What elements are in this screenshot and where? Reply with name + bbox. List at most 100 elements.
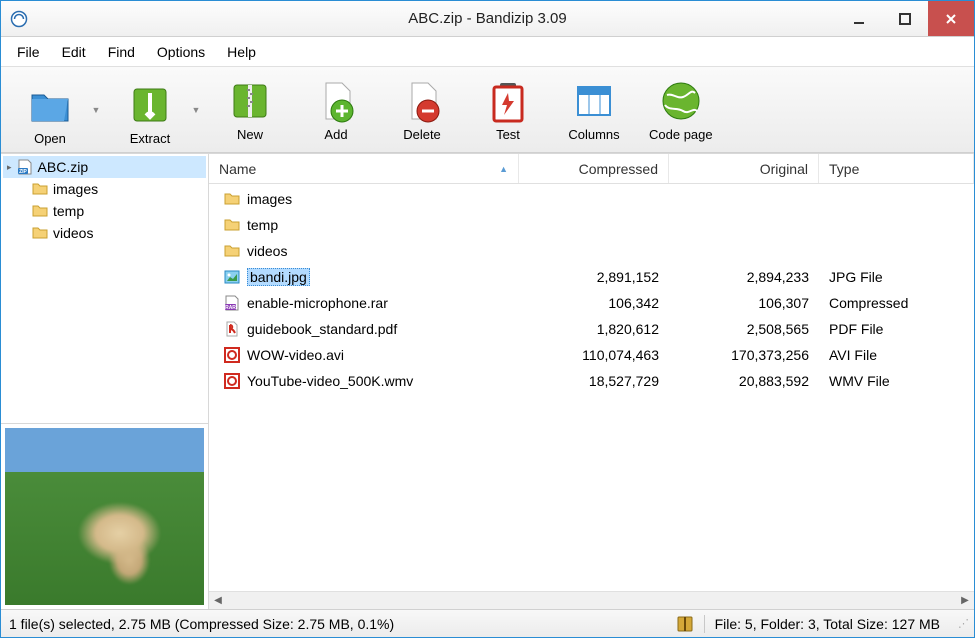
resize-grip[interactable]: ⋰ (958, 617, 966, 630)
window-title: ABC.zip - Bandizip 3.09 (408, 10, 566, 27)
test-button[interactable]: Test (469, 75, 547, 144)
horizontal-scrollbar[interactable]: ◀ ▶ (209, 591, 974, 609)
folder-tree[interactable]: ▸ ZIP ABC.zip images temp videos (1, 154, 208, 423)
open-dropdown[interactable]: ▼ (89, 72, 103, 148)
folder-icon (223, 190, 241, 208)
title-bar: ABC.zip - Bandizip 3.09 (1, 1, 974, 37)
window-controls (836, 1, 974, 36)
add-icon (312, 77, 360, 125)
file-name: YouTube-video_500K.wmv (247, 373, 413, 389)
new-button[interactable]: New (211, 75, 289, 144)
video-icon (223, 372, 241, 390)
file-name: images (247, 191, 292, 207)
header-original-label: Original (760, 161, 808, 177)
menu-options[interactable]: Options (147, 40, 215, 64)
file-compressed: 18,527,729 (519, 373, 669, 389)
svg-text:ZIP: ZIP (19, 169, 27, 175)
file-row[interactable]: guidebook_standard.pdf1,820,6122,508,565… (209, 316, 974, 342)
svg-text:RAR: RAR (225, 305, 236, 311)
tree-folder[interactable]: temp (3, 200, 206, 222)
tree-folder[interactable]: images (3, 178, 206, 200)
maximize-button[interactable] (882, 1, 928, 36)
folder-icon (31, 180, 49, 198)
menu-help[interactable]: Help (217, 40, 266, 64)
scroll-left-button[interactable]: ◀ (209, 592, 227, 610)
file-row[interactable]: YouTube-video_500K.wmv18,527,72920,883,5… (209, 368, 974, 394)
folder-icon (31, 202, 49, 220)
main-area: ▸ ZIP ABC.zip images temp videos (1, 153, 974, 609)
header-compressed-label: Compressed (579, 161, 658, 177)
add-label: Add (324, 127, 347, 142)
close-button[interactable] (928, 1, 974, 36)
column-headers: Name ▲ Compressed Original Type (209, 154, 974, 184)
file-name: videos (247, 243, 287, 259)
header-compressed[interactable]: Compressed (519, 154, 669, 183)
file-type: JPG File (819, 269, 974, 285)
file-row[interactable]: WOW-video.avi110,074,463170,373,256AVI F… (209, 342, 974, 368)
video-icon (223, 346, 241, 364)
globe-icon (657, 77, 705, 125)
header-type[interactable]: Type (819, 154, 974, 183)
columns-button[interactable]: Columns (555, 75, 633, 144)
file-row[interactable]: bandi.jpg2,891,1522,894,233JPG File (209, 264, 974, 290)
open-button[interactable]: Open (11, 79, 89, 148)
header-original[interactable]: Original (669, 154, 819, 183)
toolbar: Open ▼ Extract ▼ New Add Delete Te (1, 67, 974, 153)
file-name: WOW-video.avi (247, 347, 344, 363)
file-original: 106,307 (669, 295, 819, 311)
file-original: 2,508,565 (669, 321, 819, 337)
file-original: 2,894,233 (669, 269, 819, 285)
extract-button[interactable]: Extract (111, 79, 189, 148)
test-icon (484, 77, 532, 125)
add-button[interactable]: Add (297, 75, 375, 144)
menu-file[interactable]: File (7, 40, 50, 64)
scroll-right-button[interactable]: ▶ (956, 592, 974, 610)
sort-asc-icon: ▲ (499, 164, 508, 174)
pdf-icon (223, 320, 241, 338)
extract-dropdown[interactable]: ▼ (189, 72, 203, 148)
dog-image (75, 502, 175, 591)
file-compressed: 2,891,152 (519, 269, 669, 285)
delete-label: Delete (403, 127, 441, 142)
zip-file-icon: ZIP (16, 158, 34, 176)
file-name: guidebook_standard.pdf (247, 321, 397, 337)
columns-icon (570, 77, 618, 125)
menu-edit[interactable]: Edit (52, 40, 96, 64)
tree-folder[interactable]: videos (3, 222, 206, 244)
new-label: New (237, 127, 263, 142)
header-name[interactable]: Name ▲ (209, 154, 519, 183)
file-original: 170,373,256 (669, 347, 819, 363)
file-type: PDF File (819, 321, 974, 337)
status-bar: 1 file(s) selected, 2.75 MB (Compressed … (1, 609, 974, 637)
delete-button[interactable]: Delete (383, 75, 461, 144)
status-totals: File: 5, Folder: 3, Total Size: 127 MB (715, 616, 940, 632)
menu-find[interactable]: Find (98, 40, 145, 64)
rar-icon: RAR (223, 294, 241, 312)
tree-label: temp (53, 203, 84, 219)
jpg-icon (223, 268, 241, 286)
open-folder-icon (26, 81, 74, 129)
codepage-button[interactable]: Code page (641, 75, 721, 144)
tree-label: images (53, 181, 98, 197)
app-icon (9, 9, 29, 29)
tree-root[interactable]: ▸ ZIP ABC.zip (3, 156, 206, 178)
file-rows[interactable]: images temp videos bandi.jpg2,891,1522,894,… (209, 184, 974, 591)
file-type: WMV File (819, 373, 974, 389)
file-type: Compressed (819, 295, 974, 311)
file-row[interactable]: videos (209, 238, 974, 264)
preview-image (5, 428, 204, 605)
folder-icon (31, 224, 49, 242)
delete-icon (398, 77, 446, 125)
file-row[interactable]: RAR enable-microphone.rar 106,342106,307Co… (209, 290, 974, 316)
file-name: enable-microphone.rar (247, 295, 388, 311)
minimize-button[interactable] (836, 1, 882, 36)
expand-icon[interactable]: ▸ (7, 162, 12, 173)
archive-status-icon (676, 615, 694, 633)
file-row[interactable]: temp (209, 212, 974, 238)
extract-icon (126, 81, 174, 129)
tree-root-label: ABC.zip (38, 159, 89, 175)
file-row[interactable]: images (209, 186, 974, 212)
menu-bar: File Edit Find Options Help (1, 37, 974, 67)
new-archive-icon (226, 77, 274, 125)
file-compressed: 106,342 (519, 295, 669, 311)
